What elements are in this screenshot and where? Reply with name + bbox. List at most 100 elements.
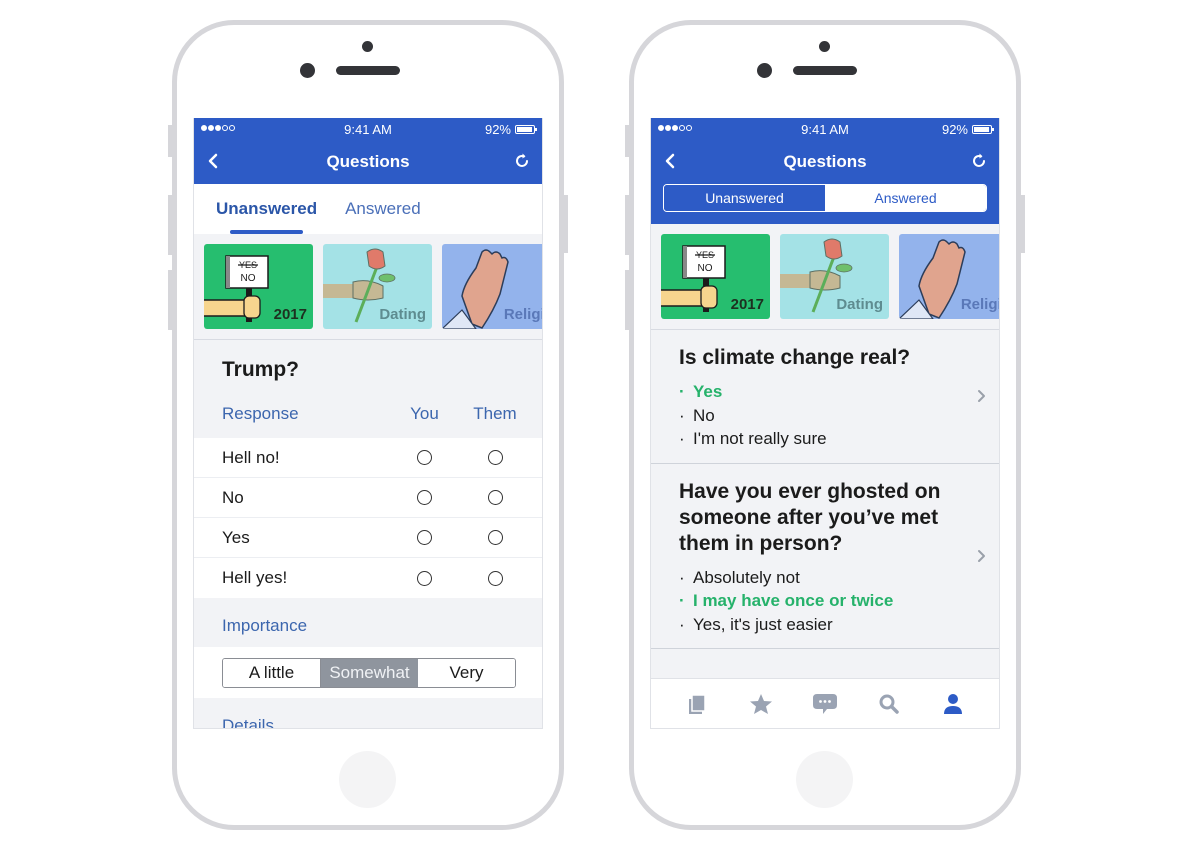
category-card-religion[interactable]: Religion xyxy=(442,244,542,329)
importance-option-somewhat[interactable]: Somewhat xyxy=(321,659,418,687)
response-row: Hell yes! xyxy=(194,558,542,598)
screen-answered: 9:41 AM 92% Questions Unanswered Answere… xyxy=(650,118,1000,729)
question-tabs: Unanswered Answered xyxy=(194,184,542,234)
question-title: Trump? xyxy=(222,358,299,381)
category-label: Religion xyxy=(503,306,542,323)
answer-option-label: I'm not really sure xyxy=(693,429,827,448)
question-segmented-control: Unanswered Answered xyxy=(663,184,987,212)
tab-messages[interactable] xyxy=(810,689,840,719)
page-title: Questions xyxy=(783,152,867,171)
power-button xyxy=(1020,195,1025,253)
bottom-tab-bar xyxy=(651,678,999,728)
importance-label: Importance xyxy=(222,616,308,635)
category-card-dating[interactable]: Dating xyxy=(780,234,889,319)
svg-text:NO: NO xyxy=(241,273,256,284)
importance-option-a-little[interactable]: A little xyxy=(223,659,321,687)
answered-question-item[interactable]: Is climate change real? · Yes · No · I'm no… xyxy=(651,330,999,464)
response-column-label: Response xyxy=(222,404,299,423)
response-list: Hell no! No Yes Hell yes! xyxy=(194,438,542,598)
them-radio[interactable] xyxy=(487,530,503,545)
home-button[interactable] xyxy=(339,751,396,808)
answer-option-label: Yes, it's just easier xyxy=(693,614,833,634)
category-carousel[interactable]: YES NO 2017 Dating Relig xyxy=(194,234,542,340)
importance-option-very[interactable]: Very xyxy=(418,659,515,687)
answer-option-label: Absolutely not xyxy=(693,567,800,587)
you-radio[interactable] xyxy=(417,530,432,545)
answer-option-label: Yes xyxy=(693,382,723,401)
details-label[interactable]: Details xyxy=(194,698,542,728)
status-bar: 9:41 AM 92% xyxy=(194,118,542,140)
tab-profile[interactable] xyxy=(938,689,968,719)
answered-question-item[interactable]: Have you ever ghosted on someone after y… xyxy=(651,463,999,649)
volume-down-button xyxy=(625,270,630,330)
volume-up-button xyxy=(168,195,173,255)
response-row: No xyxy=(194,478,542,518)
tab-browse[interactable] xyxy=(682,689,712,719)
you-radio[interactable] xyxy=(417,490,432,505)
response-row: Yes xyxy=(194,518,542,558)
speaker-grille xyxy=(336,66,400,75)
back-button[interactable] xyxy=(204,151,224,171)
sensor-icon xyxy=(819,41,830,52)
page-title: Questions xyxy=(326,152,410,171)
answer-option-label: I may have once or twice xyxy=(693,591,894,610)
power-button xyxy=(563,195,568,253)
home-button[interactable] xyxy=(796,751,853,808)
tab-favorites[interactable] xyxy=(746,689,776,719)
battery-status: 92% xyxy=(484,122,537,137)
battery-icon xyxy=(515,125,537,134)
back-button[interactable] xyxy=(661,151,681,171)
phone-frame-left: 9:41 AM 92% Questions Unanswered Answere xyxy=(168,20,568,830)
response-header: Response You Them xyxy=(194,398,542,430)
nav-bar: Questions xyxy=(651,140,999,184)
category-label: Dating xyxy=(836,296,883,313)
nav-bar: Questions xyxy=(194,140,542,184)
volume-down-button xyxy=(168,270,173,330)
answer-option: · Absolutely not xyxy=(679,566,959,590)
answer-option: · I'm not really sure xyxy=(679,427,959,451)
top-bar: 9:41 AM 92% Questions Unanswered Answere… xyxy=(651,118,999,224)
response-label: Yes xyxy=(222,527,250,547)
speaker-grille xyxy=(793,66,857,75)
them-radio[interactable] xyxy=(487,450,503,465)
sensor-icon xyxy=(362,41,373,52)
chevron-right-icon xyxy=(978,549,985,562)
front-camera-icon xyxy=(300,63,315,78)
answer-option-label: No xyxy=(693,405,715,425)
answer-option: · No xyxy=(679,404,959,428)
search-icon xyxy=(879,694,899,714)
battery-percent: 92% xyxy=(941,122,968,137)
volume-up-button xyxy=(625,195,630,255)
them-radio[interactable] xyxy=(487,490,503,505)
battery-icon xyxy=(972,125,994,134)
tab-search[interactable] xyxy=(874,689,904,719)
refresh-button[interactable] xyxy=(512,151,532,171)
category-card-2017[interactable]: YES NO 2017 xyxy=(661,234,770,319)
category-label: Religion xyxy=(960,296,999,313)
tab-answered[interactable]: Answered xyxy=(345,184,421,234)
you-radio[interactable] xyxy=(417,450,432,465)
category-card-religion[interactable]: Religion xyxy=(899,234,999,319)
category-label: 2017 xyxy=(273,306,307,323)
you-column-label: You xyxy=(410,404,439,423)
category-carousel[interactable]: YES NO 2017 Dating Relig xyxy=(651,224,999,330)
category-card-2017[interactable]: YES NO 2017 xyxy=(204,244,313,329)
refresh-button[interactable] xyxy=(969,151,989,171)
category-label: Dating xyxy=(379,306,426,323)
battery-status: 92% xyxy=(941,122,994,137)
you-radio[interactable] xyxy=(417,570,432,586)
front-camera-icon xyxy=(757,63,772,78)
chat-bubble-icon xyxy=(813,693,837,714)
battery-percent: 92% xyxy=(484,122,511,137)
tab-answered[interactable]: Answered xyxy=(825,185,986,211)
star-icon xyxy=(750,693,772,714)
importance-selector: A little Somewhat Very xyxy=(222,658,516,688)
tab-unanswered[interactable]: Unanswered xyxy=(664,185,825,211)
them-radio[interactable] xyxy=(487,570,503,586)
them-column-label: Them xyxy=(473,404,517,423)
tab-unanswered[interactable]: Unanswered xyxy=(216,184,317,234)
category-card-dating[interactable]: Dating xyxy=(323,244,432,329)
answer-option-chosen: · I may have once or twice xyxy=(679,589,959,613)
answer-option: · Yes, it's just easier xyxy=(679,613,959,637)
response-row: Hell no! xyxy=(194,438,542,478)
